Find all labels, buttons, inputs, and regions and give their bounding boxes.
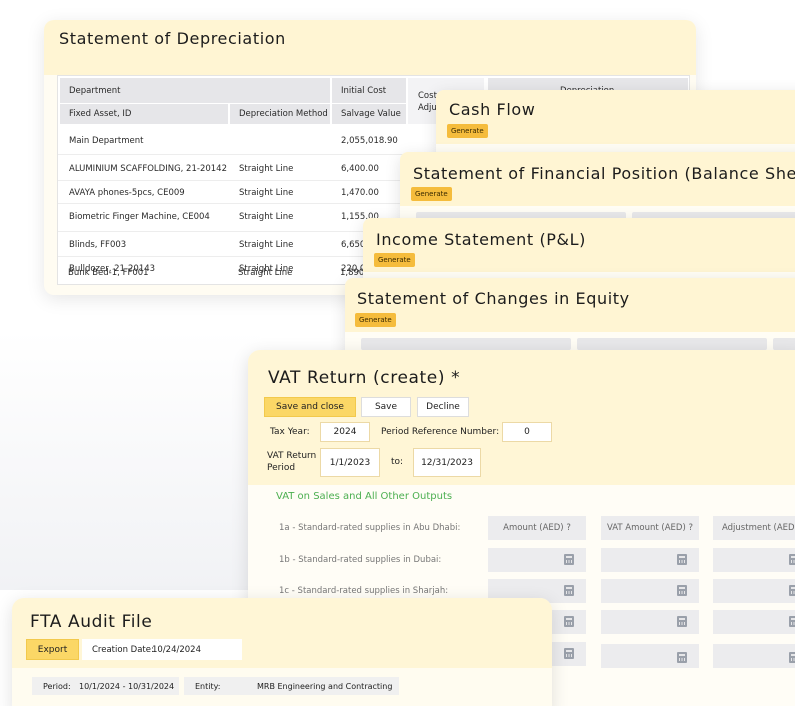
tax-year-label: Tax Year:	[270, 427, 310, 437]
calculator-icon[interactable]	[564, 585, 574, 596]
vat-amount-field[interactable]	[601, 644, 699, 668]
calculator-icon[interactable]	[789, 616, 795, 627]
row-method: Straight Line	[239, 164, 294, 174]
header-initial-cost: Initial Cost	[341, 86, 387, 96]
period-label-2: Period	[267, 463, 296, 473]
row-method: Straight Line	[239, 212, 294, 222]
decline-button[interactable]: Decline	[417, 397, 469, 417]
vat-line-label: 1c - Standard-rated supplies in Sharjah:	[279, 586, 449, 596]
fta-title: FTA Audit File	[30, 612, 153, 632]
creation-date-label: Creation Date:	[92, 645, 154, 655]
period-to-input[interactable]: 12/31/2023	[413, 448, 481, 477]
calculator-icon[interactable]	[564, 554, 574, 565]
depreciation-title: Statement of Depreciation	[59, 29, 286, 48]
calculator-icon[interactable]	[677, 652, 687, 663]
row-asset: Bunk Bed-1, FF001	[68, 268, 149, 278]
entity-value: MRB Engineering and Contracting	[257, 682, 393, 691]
row-asset: ALUMINIUM SCAFFOLDING, 21-20142	[69, 164, 227, 174]
period-label-1: VAT Return	[267, 451, 317, 461]
vat-amount-field[interactable]	[601, 579, 699, 603]
to-label: to:	[391, 457, 404, 467]
row-asset: Blinds, FF003	[69, 240, 127, 250]
header-department: Department	[69, 86, 121, 96]
period-ref-label: Period Reference Number:	[381, 427, 500, 437]
calculator-icon[interactable]	[789, 652, 795, 663]
vat-amount-field[interactable]	[601, 610, 699, 634]
creation-date-value: 10/24/2024	[152, 645, 201, 655]
vat-line-label: 1b - Standard-rated supplies in Dubai:	[279, 555, 442, 565]
row-asset: AVAYA phones-5pcs, CE009	[69, 188, 185, 198]
calculator-icon[interactable]	[564, 648, 574, 659]
row-asset: Biometric Finger Machine, CE004	[69, 212, 210, 222]
calculator-icon[interactable]	[677, 616, 687, 627]
group-label: Main Department	[69, 136, 144, 146]
row-method: Straight Line	[239, 188, 294, 198]
vat-title: VAT Return (create) *	[268, 368, 461, 388]
section-title: VAT on Sales and All Other Outputs	[276, 491, 453, 502]
vat-line-label: 1a - Standard-rated supplies in Abu Dhab…	[279, 523, 461, 533]
period-value: 10/1/2024 - 10/31/2024	[79, 682, 175, 691]
period-from-input[interactable]: 1/1/2023	[320, 448, 380, 477]
header-fixed-asset: Fixed Asset, ID	[69, 109, 132, 119]
save-button[interactable]: Save	[361, 397, 411, 417]
group-value: 2,055,018.90	[341, 136, 398, 146]
period-ref-input[interactable]: 0	[502, 422, 552, 442]
equity-title: Statement of Changes in Equity	[357, 289, 630, 308]
adjustment-field[interactable]	[713, 644, 795, 668]
generate-button[interactable]: Generate	[411, 187, 452, 201]
generate-button[interactable]: Generate	[374, 253, 415, 267]
fta-audit-card: FTA Audit File Export Creation Date: 10/…	[12, 598, 552, 706]
cash-flow-title: Cash Flow	[449, 100, 536, 119]
row-method: Straight Line	[239, 240, 294, 250]
period-label: Period:	[43, 682, 71, 691]
generate-button[interactable]: Generate	[355, 313, 396, 327]
save-and-close-button[interactable]: Save and close	[264, 397, 356, 417]
vat-amount-field[interactable]	[601, 548, 699, 572]
calculator-icon[interactable]	[789, 585, 795, 596]
balance-sheet-title: Statement of Financial Position (Balance…	[413, 164, 795, 183]
row-value: 6,650	[341, 240, 366, 250]
export-button[interactable]: Export	[26, 639, 79, 660]
row-value: 1,890	[340, 268, 365, 278]
tax-year-input[interactable]: 2024	[320, 422, 370, 442]
generate-button[interactable]: Generate	[447, 124, 488, 138]
row-value: 1,470.00	[341, 188, 379, 198]
adjustment-field[interactable]	[713, 548, 795, 572]
header-salvage-value: Salvage Value	[341, 109, 401, 119]
header-method: Depreciation Method	[239, 109, 328, 119]
column-header-amount: Amount (AED) ?	[488, 516, 586, 540]
calculator-icon[interactable]	[677, 585, 687, 596]
column-header-adjustment: Adjustment (AED	[713, 516, 795, 540]
adjustment-field[interactable]	[713, 579, 795, 603]
adjustment-field[interactable]	[713, 610, 795, 634]
background-wash	[0, 330, 260, 590]
calculator-icon[interactable]	[789, 554, 795, 565]
amount-field[interactable]	[488, 548, 586, 572]
row-method: Straight Line	[238, 268, 293, 278]
calculator-icon[interactable]	[564, 616, 574, 627]
column-header-vat-amount: VAT Amount (AED) ?	[601, 516, 699, 540]
entity-label: Entity:	[195, 682, 221, 691]
calculator-icon[interactable]	[677, 554, 687, 565]
income-statement-title: Income Statement (P&L)	[376, 230, 586, 249]
row-value: 6,400.00	[341, 164, 379, 174]
